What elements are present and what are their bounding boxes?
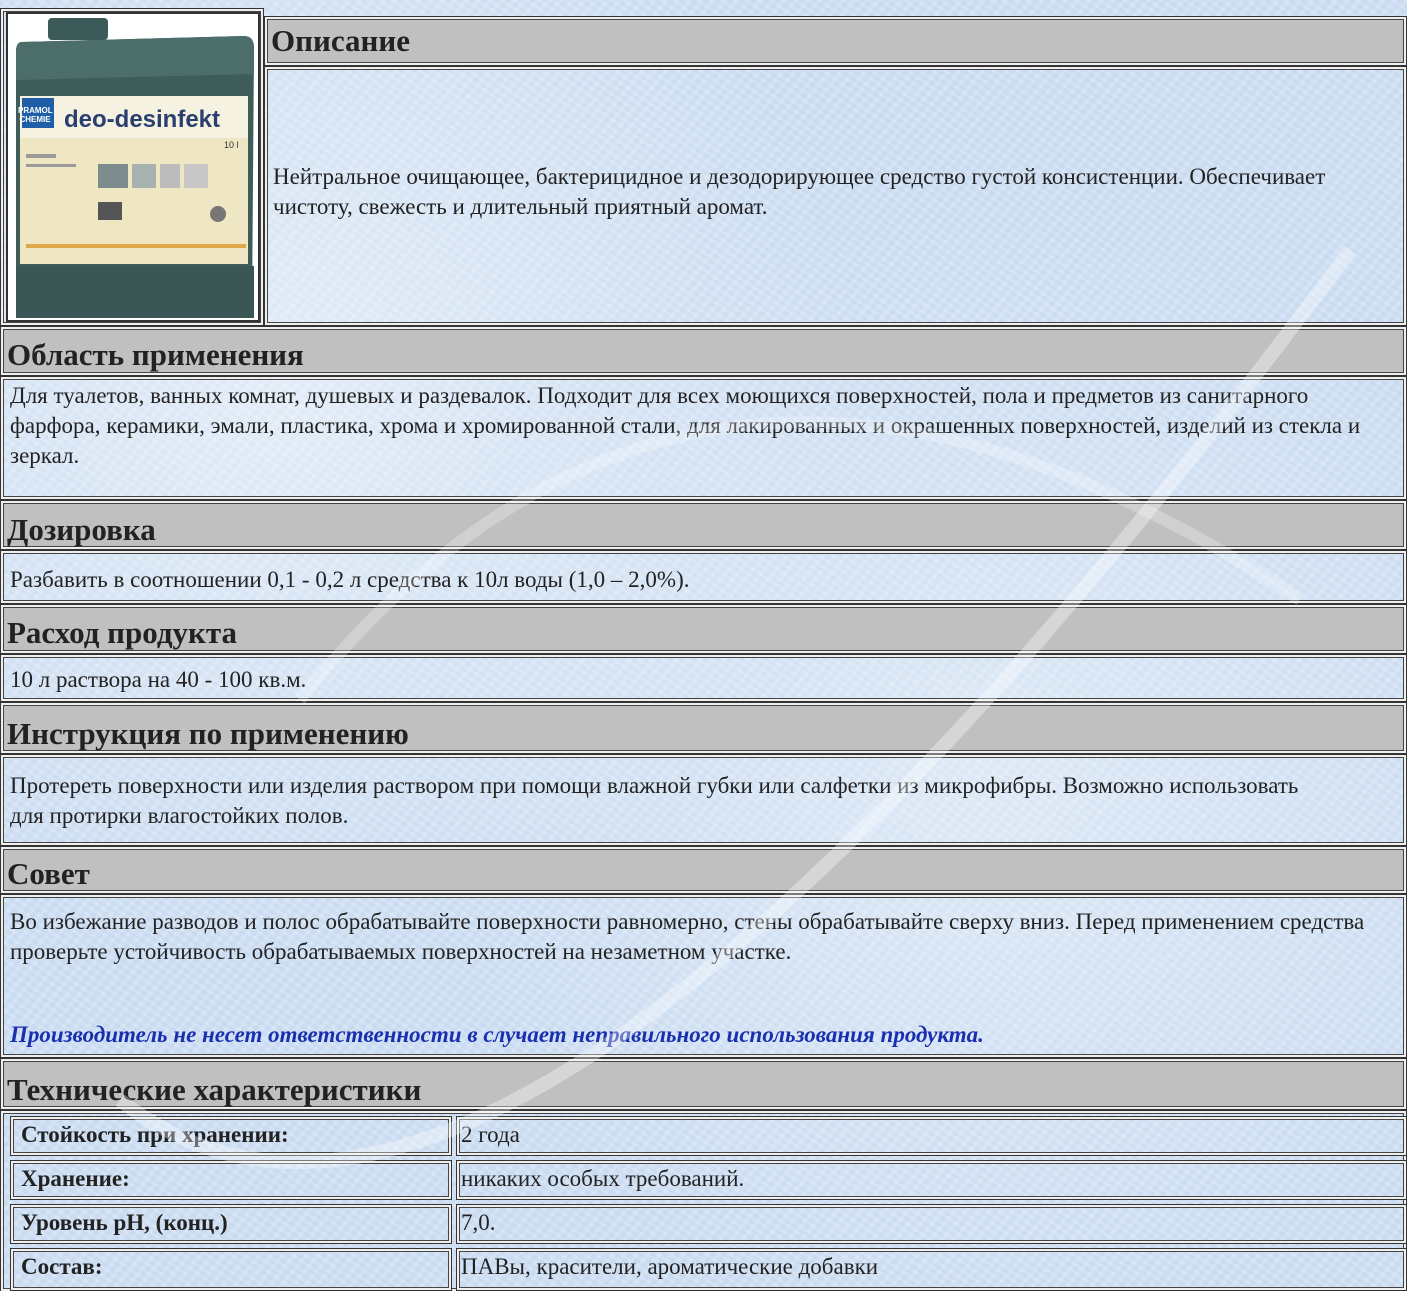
dosage-text: Разбавить в соотношении 0,1 - 0,2 л сред… [10, 567, 690, 592]
consumption-text: 10 л раствора на 40 - 100 кв.м. [10, 667, 307, 692]
application-title: Область применения [7, 337, 304, 372]
instructions-text: Протереть поверхности или изделия раство… [10, 773, 1299, 828]
spec-row-label: Стойкость при хранении: [10, 1116, 452, 1156]
specs-title: Технические характеристики [7, 1072, 422, 1107]
dosage-heading: Дозировка [0, 500, 1407, 550]
advice-warning: Производитель не несет ответственности в… [10, 1022, 984, 1047]
spec-value-shelf-life: 2 года [461, 1122, 520, 1147]
spec-row-value: 2 года [456, 1116, 1407, 1156]
spec-row-label: Хранение: [10, 1160, 452, 1200]
description-title: Описание [271, 23, 410, 58]
description-body: Нейтральное очищающее, бактерицидное и д… [264, 66, 1407, 326]
spec-row-value: никаких особых требований. [456, 1160, 1407, 1200]
spec-value-storage: никаких особых требований. [461, 1166, 745, 1191]
consumption-title: Расход продукта [7, 615, 238, 650]
description-heading: Описание [264, 16, 1407, 66]
spec-row-label: Состав: [10, 1248, 452, 1291]
advice-text: Во избежание разводов и полос обрабатыва… [10, 909, 1365, 964]
spec-label-composition: Состав: [21, 1254, 103, 1279]
spec-value-composition: ПАВы, красители, ароматические добавки [461, 1254, 879, 1279]
description-text: Нейтральное очищающее, бактерицидное и д… [273, 164, 1326, 219]
advice-title: Совет [7, 856, 90, 891]
spec-label-ph: Уровень pH, (конц.) [21, 1210, 228, 1235]
spec-label-shelf-life: Стойкость при хранении: [21, 1122, 289, 1147]
instructions-heading: Инструкция по применению [0, 702, 1407, 754]
spec-row-value: 7,0. [456, 1204, 1407, 1244]
consumption-body: 10 л раствора на 40 - 100 кв.м. [0, 654, 1407, 702]
application-body: Для туалетов, ванных комнат, душевых и р… [0, 376, 1407, 500]
advice-heading: Совет [0, 846, 1407, 894]
application-text: Для туалетов, ванных комнат, душевых и р… [10, 383, 1361, 468]
spec-value-ph: 7,0. [461, 1210, 496, 1235]
consumption-heading: Расход продукта [0, 604, 1407, 654]
advice-body: Во избежание разводов и полос обрабатыва… [0, 894, 1407, 1058]
application-heading: Область применения [0, 326, 1407, 376]
spec-row-label: Уровень pH, (конц.) [10, 1204, 452, 1244]
specs-heading: Технические характеристики [0, 1058, 1407, 1110]
instructions-body: Протереть поверхности или изделия раство… [0, 754, 1407, 846]
spec-label-storage: Хранение: [21, 1166, 130, 1191]
image-frame [0, 8, 264, 326]
spec-row-value: ПАВы, красители, ароматические добавки [456, 1248, 1407, 1291]
dosage-title: Дозировка [7, 512, 156, 547]
instructions-title: Инструкция по применению [7, 716, 409, 751]
dosage-body: Разбавить в соотношении 0,1 - 0,2 л сред… [0, 550, 1407, 604]
